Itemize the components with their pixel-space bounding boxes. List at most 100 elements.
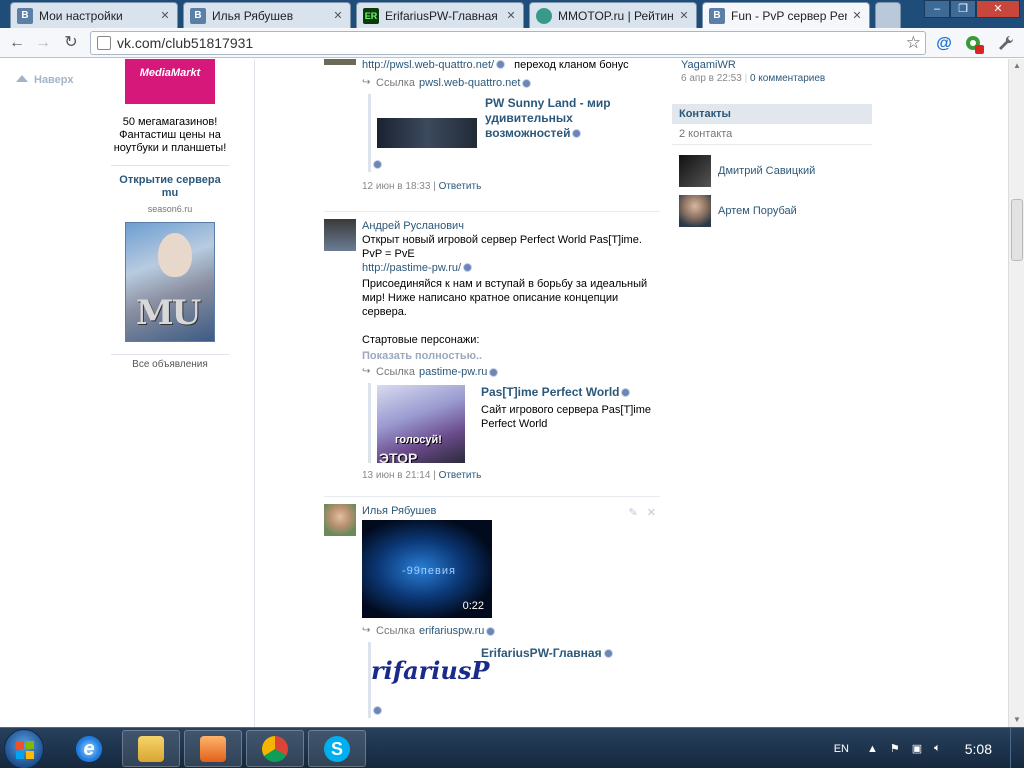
maximize-icon[interactable]: ❐ bbox=[950, 0, 976, 18]
link-attachment: ErifariusPW-Главная rifariusP bbox=[368, 642, 660, 718]
share-domain-link[interactable]: pastime-pw.ru bbox=[419, 365, 487, 379]
tab-my-settings[interactable]: B Мои настройки ✕ bbox=[10, 2, 178, 28]
show-more-link[interactable]: Показать полностью.. bbox=[362, 349, 660, 363]
tab-mmotop[interactable]: MMOTOP.ru | Рейтинг с ✕ bbox=[529, 2, 697, 28]
ad2-title[interactable]: Открытие сервера mu bbox=[111, 174, 229, 200]
start-button[interactable] bbox=[4, 729, 44, 768]
close-icon[interactable]: ✕ bbox=[505, 9, 517, 22]
mail-at-icon[interactable]: @ bbox=[934, 34, 954, 54]
post-author[interactable]: Андрей Русланович bbox=[362, 219, 660, 233]
share-domain-link[interactable]: pwsl.web-quattro.net bbox=[419, 76, 521, 90]
top-item-meta: 6 апр в 22:53 | 0 комментариев bbox=[681, 73, 826, 84]
windows-logo-icon bbox=[16, 741, 34, 759]
post-date[interactable]: 13 июн в 21:14 bbox=[362, 470, 430, 481]
reload-icon[interactable]: ↻ bbox=[60, 33, 82, 53]
share-row: ↪ Ссылка pastime-pw.ru bbox=[362, 365, 660, 379]
attachment-title[interactable]: Pas[T]ime Perfect World bbox=[481, 385, 641, 400]
post-date[interactable]: 12 июн в 18:33 bbox=[362, 181, 430, 192]
avatar[interactable] bbox=[324, 504, 356, 536]
close-icon[interactable]: ✕ bbox=[159, 9, 171, 22]
page-icon bbox=[97, 36, 111, 50]
taskbar-clock[interactable]: 5:08 bbox=[965, 741, 992, 757]
scrollbar-thumb[interactable] bbox=[1011, 199, 1023, 261]
volume-icon[interactable]: 🔈︎ bbox=[934, 742, 941, 755]
tab-title: MMOTOP.ru | Рейтинг с bbox=[558, 8, 674, 23]
comments-link[interactable]: 0 комментариев bbox=[750, 73, 825, 84]
mu-logo: MU bbox=[136, 293, 201, 333]
contact-name[interactable]: Артем Порубай bbox=[718, 205, 797, 217]
info-icon bbox=[373, 160, 382, 169]
er-icon: ER bbox=[363, 7, 379, 24]
scroll-to-top-link[interactable]: Наверх bbox=[16, 74, 74, 86]
back-icon[interactable]: ← bbox=[6, 33, 28, 53]
info-icon bbox=[496, 60, 506, 69]
avatar[interactable] bbox=[679, 155, 711, 187]
close-icon[interactable]: ✕ bbox=[332, 9, 344, 22]
scroll-up-arrow-icon[interactable]: ▲ bbox=[1009, 59, 1024, 73]
delete-icon[interactable]: ✕ bbox=[647, 507, 656, 519]
page-scrollbar[interactable]: ▲ ▼ bbox=[1008, 59, 1024, 727]
tab-fun-pvp[interactable]: B Fun - PvP сервер Perfect ✕ bbox=[702, 2, 870, 28]
attachment-title[interactable]: ErifariusPW-Главная bbox=[481, 646, 661, 661]
reply-link[interactable]: Ответить bbox=[439, 470, 482, 481]
ad2-domain: season6.ru bbox=[147, 204, 193, 214]
reply-link[interactable]: Ответить bbox=[439, 181, 482, 192]
info-icon bbox=[522, 78, 532, 88]
tab-ilya[interactable]: B Илья Рябушев ✕ bbox=[183, 2, 351, 28]
new-tab-button[interactable] bbox=[875, 2, 901, 28]
ad1-text[interactable]: 50 мегамагазинов! Фантастиш цены на ноут… bbox=[111, 116, 229, 155]
attachment-thumbnail[interactable]: голосуй! ЭТОР bbox=[377, 385, 465, 463]
skype-button[interactable]: S bbox=[308, 730, 366, 767]
chrome-button[interactable] bbox=[246, 730, 304, 767]
avatar[interactable] bbox=[324, 59, 356, 65]
post-author[interactable]: Илья Рябушев bbox=[362, 504, 660, 518]
mediamarkt-ad-image[interactable]: MediaMarkt bbox=[125, 59, 215, 104]
action-center-flag-icon[interactable]: ⚑ bbox=[890, 742, 900, 755]
extension-icon[interactable] bbox=[964, 34, 984, 54]
internet-explorer-button[interactable]: e bbox=[60, 730, 118, 767]
video-player[interactable]: -99певия 0:22 bbox=[362, 520, 492, 618]
avatar[interactable] bbox=[679, 195, 711, 227]
minimize-icon[interactable]: – bbox=[924, 0, 950, 18]
forward-icon[interactable]: → bbox=[32, 33, 54, 53]
contact-name[interactable]: Дмитрий Савицкий bbox=[718, 165, 815, 177]
avatar[interactable] bbox=[324, 219, 356, 251]
contact-item[interactable]: Артем Порубай bbox=[679, 195, 872, 227]
attachment-logo[interactable]: rifariusP bbox=[371, 659, 489, 683]
top-item-name[interactable]: YagamiWR bbox=[681, 59, 872, 72]
close-window-icon[interactable]: ✕ bbox=[976, 0, 1020, 18]
contacts-title[interactable]: Контакты bbox=[672, 104, 872, 124]
post-link[interactable]: http://pastime-pw.ru/ bbox=[362, 262, 461, 274]
language-indicator[interactable]: EN bbox=[834, 743, 849, 755]
share-domain-link[interactable]: erifariuspw.ru bbox=[419, 624, 484, 638]
tab-erifarius[interactable]: ER ErifariusPW-Главная ✕ bbox=[356, 2, 524, 28]
info-icon bbox=[572, 129, 582, 138]
arrow-up-icon bbox=[16, 75, 28, 82]
wrench-icon[interactable] bbox=[996, 34, 1016, 54]
explorer-button[interactable] bbox=[122, 730, 180, 767]
network-icon[interactable]: ▣ bbox=[912, 742, 922, 755]
wall-post: ✎ ✕ Илья Рябушев -99певия 0:22 ↪ Ссылка … bbox=[324, 504, 660, 718]
show-hidden-icons[interactable]: ▲ bbox=[867, 743, 878, 755]
mu-ad-image[interactable]: MU bbox=[125, 222, 215, 342]
contact-item[interactable]: Дмитрий Савицкий bbox=[679, 155, 872, 187]
edit-pencil-icon[interactable]: ✎ bbox=[629, 507, 638, 519]
close-icon[interactable]: ✕ bbox=[851, 9, 863, 22]
info-icon bbox=[486, 626, 496, 636]
url-input[interactable] bbox=[117, 34, 897, 52]
contacts-count[interactable]: 2 контакта bbox=[672, 124, 872, 145]
address-bar[interactable]: ☆ bbox=[90, 31, 926, 55]
media-player-button[interactable] bbox=[184, 730, 242, 767]
link-attachment: голосуй! ЭТОР Pas[T]ime Perfect World Са… bbox=[368, 383, 660, 463]
close-icon[interactable]: ✕ bbox=[678, 9, 690, 22]
show-desktop-button[interactable] bbox=[1010, 728, 1024, 768]
bookmark-star-icon[interactable]: ☆ bbox=[906, 33, 921, 53]
post-link[interactable]: http://pwsl.web-quattro.net/ bbox=[362, 59, 494, 71]
share-row: ↪ Ссылка pwsl.web-quattro.net bbox=[362, 76, 660, 90]
attachment-title[interactable]: PW Sunny Land - мир удивительных возможн… bbox=[485, 96, 615, 141]
scroll-down-arrow-icon[interactable]: ▼ bbox=[1009, 713, 1024, 727]
all-ads-link[interactable]: Все объявления bbox=[111, 359, 229, 370]
tab-title: Fun - PvP сервер Perfect bbox=[731, 8, 847, 23]
attachment-thumbnail[interactable] bbox=[377, 118, 477, 148]
browser-tabstrip: B Мои настройки ✕ B Илья Рябушев ✕ ER Er… bbox=[0, 0, 1024, 28]
